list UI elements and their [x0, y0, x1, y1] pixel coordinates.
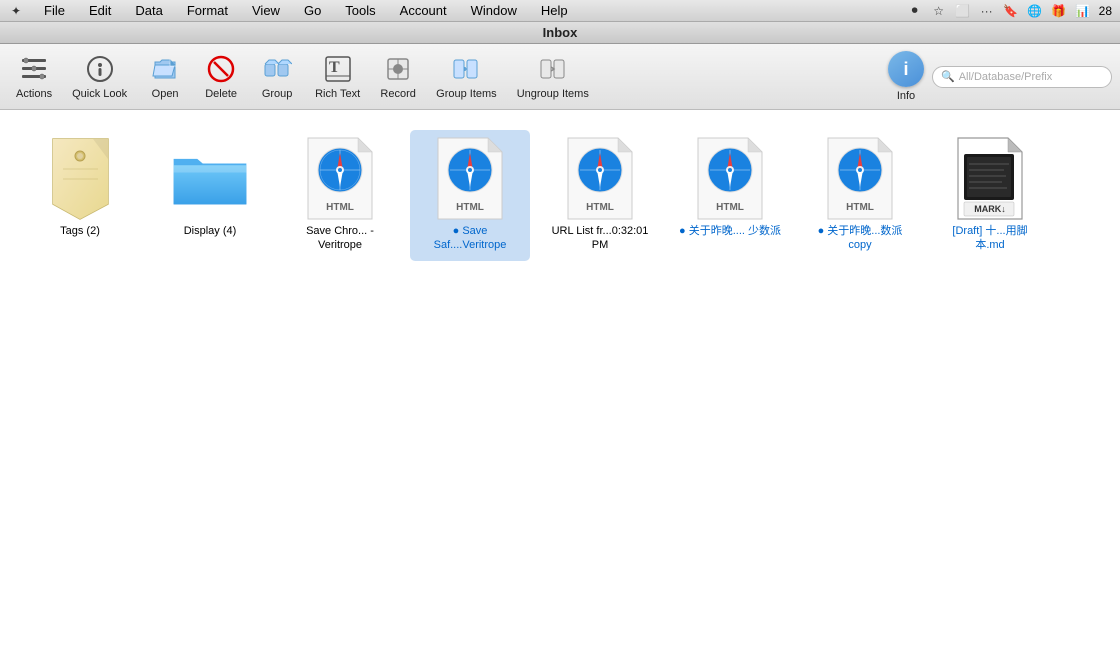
markdown-file-icon: MARK↓: [950, 138, 1030, 218]
open-button[interactable]: Open: [139, 49, 191, 105]
file-label-guanyu2: ● 关于昨晚...数派 copy: [808, 224, 912, 253]
menu-data[interactable]: Data: [131, 2, 166, 19]
file-item-guanyu1[interactable]: HTML ● 关于昨晚.... 少数派: [670, 130, 790, 261]
file-item-savesaf[interactable]: HTML ● Save Saf....Veritrope: [410, 130, 530, 261]
box-icon[interactable]: ⬜: [955, 3, 971, 19]
html-file-icon-savesaf: HTML: [430, 138, 510, 218]
ungroup-items-button[interactable]: Ungroup Items: [509, 49, 597, 105]
actions-label: Actions: [16, 88, 52, 100]
file-label-tags: Tags (2): [60, 224, 100, 238]
file-label-savesaf: ● Save Saf....Veritrope: [418, 224, 522, 253]
quick-look-button[interactable]: Quick Look: [64, 49, 135, 105]
svg-text:HTML: HTML: [326, 202, 354, 213]
html-file-icon-guanyu1: HTML: [690, 138, 770, 218]
open-icon: [149, 53, 181, 85]
menu-help[interactable]: Help: [537, 2, 572, 19]
file-item-urllist[interactable]: HTML URL List fr...0:32:01 PM: [540, 130, 660, 261]
record-label: Record: [380, 88, 415, 100]
info-label: Info: [897, 90, 915, 102]
file-label-guanyu1: ● 关于昨晚.... 少数派: [679, 224, 781, 238]
globe-icon[interactable]: 🌐: [1027, 3, 1043, 19]
quick-look-icon: [84, 53, 116, 85]
ungroup-items-icon: [537, 53, 569, 85]
dots-icon[interactable]: ···: [979, 3, 995, 19]
content-area: Tags (2): [0, 110, 1120, 665]
file-label-display: Display (4): [184, 224, 237, 238]
menu-window[interactable]: Window: [467, 2, 521, 19]
svg-text:HTML: HTML: [586, 202, 614, 213]
folder-icon: [170, 138, 250, 218]
svg-text:HTML: HTML: [716, 202, 744, 213]
file-item-display[interactable]: Display (4): [150, 130, 270, 261]
menu-account[interactable]: Account: [396, 2, 451, 19]
actions-button[interactable]: Actions: [8, 49, 60, 105]
info-button[interactable]: i: [888, 51, 924, 87]
group-label: Group: [262, 88, 293, 100]
svg-text:T: T: [329, 59, 340, 76]
title-bar: Inbox: [0, 22, 1120, 44]
rich-text-label: Rich Text: [315, 88, 360, 100]
tag-icon: [40, 138, 120, 218]
gift-icon[interactable]: 🎁: [1051, 3, 1067, 19]
search-icon: 🔍: [941, 70, 955, 83]
menu-file[interactable]: File: [40, 2, 69, 19]
group-button[interactable]: Group: [251, 49, 303, 105]
group-icon: [261, 53, 293, 85]
star-icon[interactable]: ☆: [931, 3, 947, 19]
search-placeholder: All/Database/Prefix: [959, 71, 1053, 83]
rich-text-button[interactable]: T Rich Text: [307, 49, 368, 105]
file-label-draftmd: [Draft] 十...用脚本.md: [938, 224, 1042, 253]
group-items-label: Group Items: [436, 88, 497, 100]
toolbar-right: i Info 🔍 All/Database/Prefix: [888, 51, 1112, 102]
file-label-urllist: URL List fr...0:32:01 PM: [548, 224, 652, 253]
open-label: Open: [152, 88, 179, 100]
record-button[interactable]: Record: [372, 49, 424, 105]
menu-bar-right: ⏺ ☆ ⬜ ··· 🔖 🌐 🎁 📊 28: [907, 3, 1112, 19]
menu-edit[interactable]: Edit: [85, 2, 115, 19]
window-title: Inbox: [543, 25, 578, 40]
delete-button[interactable]: Delete: [195, 49, 247, 105]
search-bar[interactable]: 🔍 All/Database/Prefix: [932, 66, 1112, 88]
group-items-button[interactable]: Group Items: [428, 49, 505, 105]
file-item-draftmd[interactable]: MARK↓ [Draft] 十...用脚本.md: [930, 130, 1050, 261]
html-file-icon-urllist: HTML: [560, 138, 640, 218]
html-file-icon-savechro: HTML: [300, 138, 380, 218]
quick-look-label: Quick Look: [72, 88, 127, 100]
file-item-guanyu2[interactable]: HTML ● 关于昨晚...数派 copy: [800, 130, 920, 261]
file-item-tags[interactable]: Tags (2): [20, 130, 140, 261]
app-icon: ✦: [8, 3, 24, 19]
record-icon-toolbar: [382, 53, 414, 85]
delete-icon: [205, 53, 237, 85]
menu-view[interactable]: View: [248, 2, 284, 19]
svg-text:HTML: HTML: [456, 202, 484, 213]
group-items-icon: [450, 53, 482, 85]
delete-label: Delete: [205, 88, 237, 100]
file-label-savechro: Save Chro... - Veritrope: [288, 224, 392, 253]
clock: 28: [1099, 4, 1112, 18]
bars-icon[interactable]: 📊: [1075, 3, 1091, 19]
ungroup-items-label: Ungroup Items: [517, 88, 589, 100]
bookmark-icon[interactable]: 🔖: [1003, 3, 1019, 19]
menu-go[interactable]: Go: [300, 2, 325, 19]
svg-text:MARK↓: MARK↓: [974, 204, 1006, 214]
menu-bar: ✦ File Edit Data Format View Go Tools Ac…: [0, 0, 1120, 22]
svg-text:HTML: HTML: [846, 202, 874, 213]
record-icon[interactable]: ⏺: [907, 3, 923, 19]
html-file-icon-guanyu2: HTML: [820, 138, 900, 218]
file-item-savechro[interactable]: HTML Save Chro... - Veritrope: [280, 130, 400, 261]
rich-text-icon: T: [322, 53, 354, 85]
actions-icon: [18, 53, 50, 85]
toolbar: Actions Quick Look Open: [0, 44, 1120, 110]
menu-tools[interactable]: Tools: [341, 2, 379, 19]
menu-format[interactable]: Format: [183, 2, 232, 19]
